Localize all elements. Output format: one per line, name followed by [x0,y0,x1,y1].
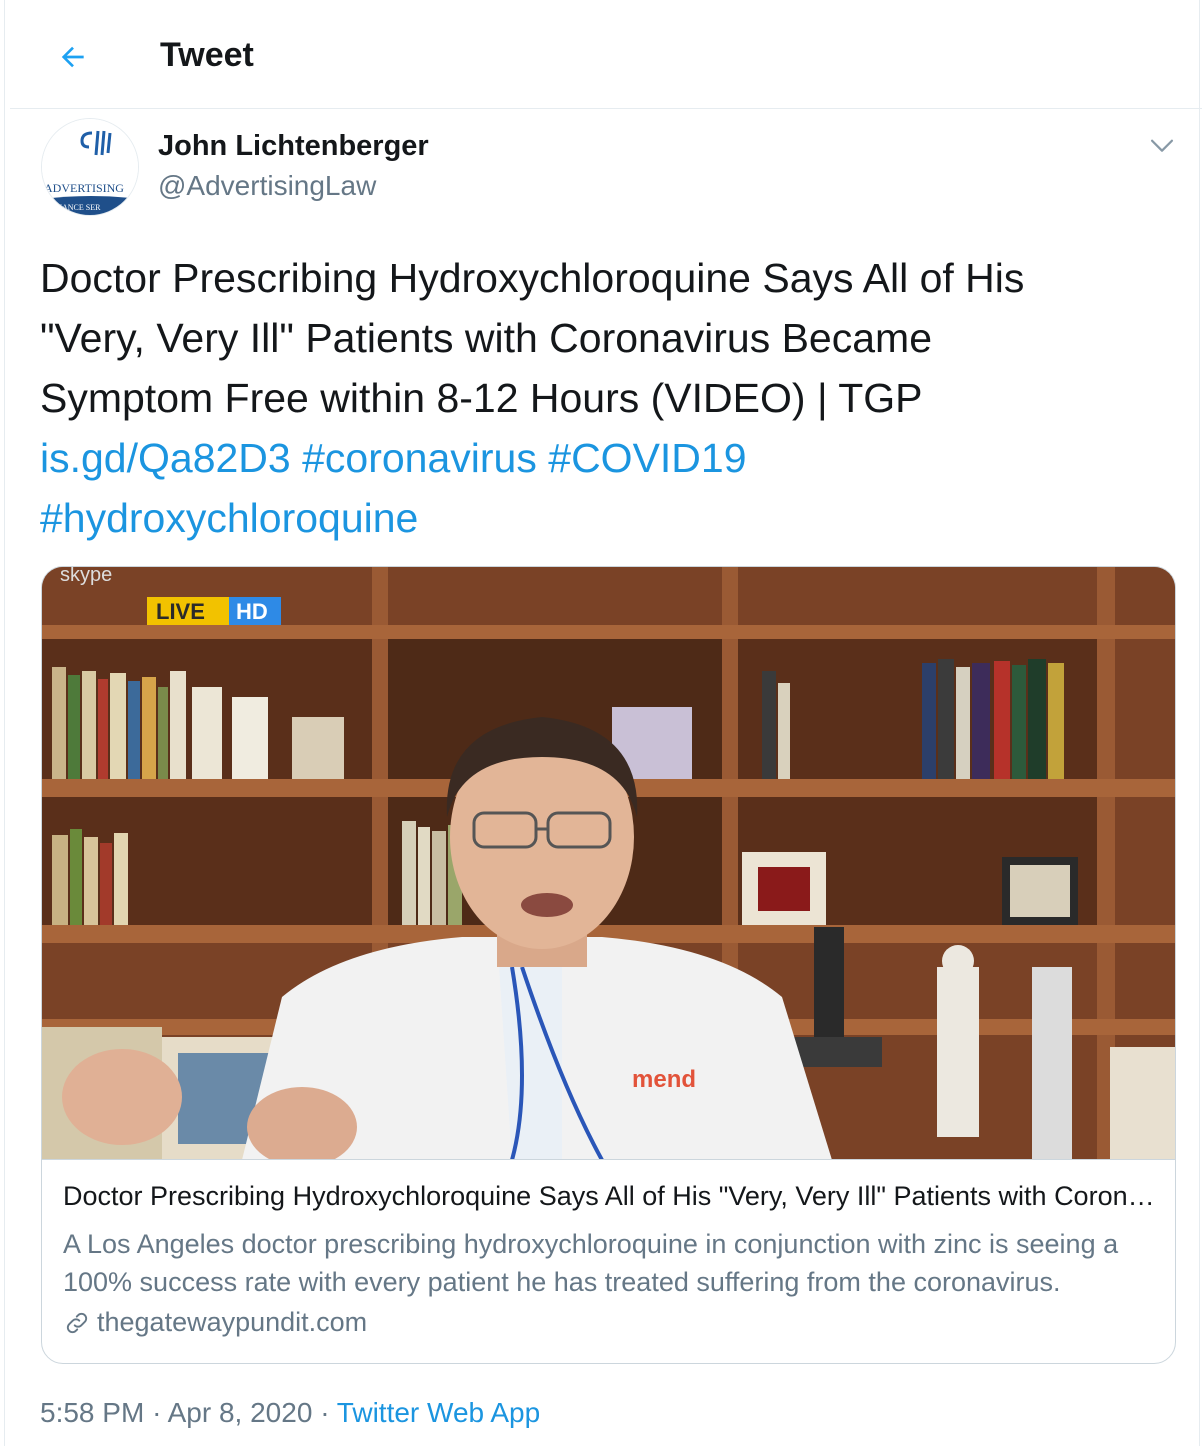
svg-text:HD: HD [236,599,268,624]
meta-separator: · [320,1397,330,1428]
svg-text:LIVE: LIVE [156,599,205,624]
tweet-page: Tweet ADVERTISING PLIANCE SER John Licht… [4,0,1202,1446]
advertising-law-logo: ADVERTISING PLIANCE SER [42,119,138,215]
author-avatar[interactable]: ADVERTISING PLIANCE SER [41,118,139,216]
tweet-text: Doctor Prescribing Hydroxychloroquine Sa… [40,248,1170,548]
svg-text:PLIANCE SER: PLIANCE SER [50,203,101,212]
hashtag-hydroxychloroquine[interactable]: #hydroxychloroquine [40,495,418,541]
tweet-source-app[interactable]: Twitter Web App [337,1397,540,1428]
more-options-button[interactable] [1145,128,1179,162]
svg-text:ADVERTISING: ADVERTISING [44,181,124,195]
card-title: Doctor Prescribing Hydroxychloroquine Sa… [63,1181,1158,1211]
svg-text:skype: skype [60,567,112,586]
tweet-text-line: Doctor Prescribing Hydroxychloroquine Sa… [40,255,1025,301]
back-button[interactable] [50,34,96,80]
meta-separator: · [152,1397,162,1428]
svg-text:mend: mend [632,1066,696,1093]
chevron-down-icon [1150,139,1174,152]
hashtag-coronavirus[interactable]: #coronavirus [302,435,537,481]
author-handle[interactable]: @AdvertisingLaw [158,170,376,202]
arrow-left-icon [61,46,84,68]
author-name[interactable]: John Lichtenberger [158,130,429,163]
tweet-time[interactable]: 5:58 PM [40,1397,144,1428]
tweet-link[interactable]: is.gd/Qa82D3 [40,435,291,481]
link-preview-card[interactable]: LIVE HD skype mend Doctor Prescribing Hy… [41,566,1176,1364]
video-still-image: LIVE HD skype mend [42,567,1175,1159]
card-description: A Los Angeles doctor prescribing hydroxy… [63,1229,1119,1297]
link-icon [66,1312,88,1333]
hashtag-covid19[interactable]: #COVID19 [548,435,746,481]
card-domain: thegatewaypundit.com [63,1307,367,1338]
tweet-text-line: "Very, Very Ill" Patients with Coronavir… [40,315,932,361]
card-video-thumbnail[interactable]: LIVE HD skype mend [42,567,1175,1160]
card-domain-text: thegatewaypundit.com [97,1307,368,1337]
page-header: Tweet [10,0,1202,109]
tweet-date[interactable]: Apr 8, 2020 [168,1397,313,1428]
page-title: Tweet [160,36,254,74]
tweet-text-line: Symptom Free within 8-12 Hours (VIDEO) |… [40,375,923,421]
tweet-meta: 5:58 PM · Apr 8, 2020 · Twitter Web App [40,1397,540,1429]
